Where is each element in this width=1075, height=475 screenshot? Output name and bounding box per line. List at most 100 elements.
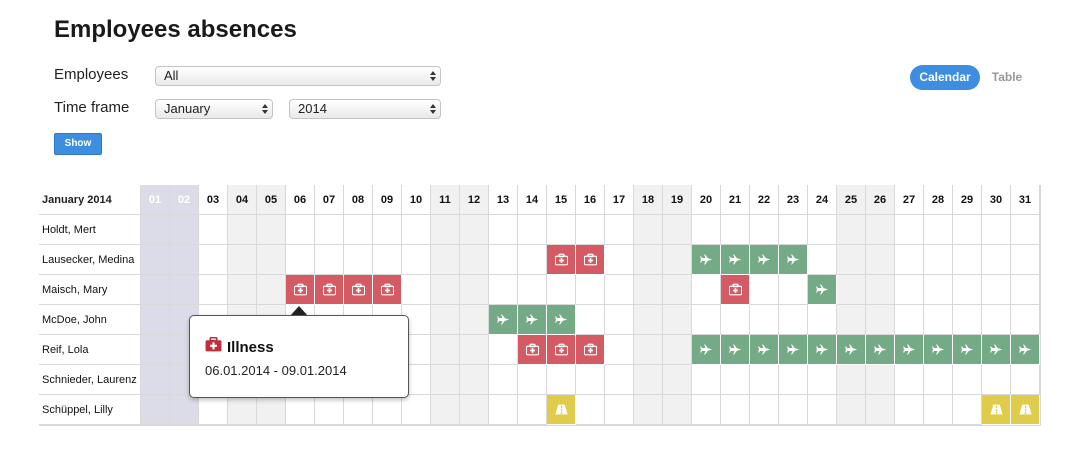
- day-cell: [344, 215, 373, 245]
- absence-vacation[interactable]: [518, 305, 547, 335]
- day-cell: [373, 245, 402, 275]
- airplane-icon: [757, 253, 771, 266]
- absence-illness[interactable]: [721, 275, 750, 305]
- first-aid-kit-icon: [205, 336, 222, 357]
- employee-name[interactable]: Schnieder, Laurenz: [39, 365, 141, 395]
- absence-vacation[interactable]: [547, 305, 576, 335]
- absence-illness[interactable]: [286, 275, 315, 305]
- first-aid-kit-icon: [322, 283, 336, 296]
- day-cell: [576, 275, 605, 305]
- employee-name[interactable]: McDoe, John: [39, 305, 141, 335]
- employee-name[interactable]: Reif, Lola: [39, 335, 141, 365]
- airplane-icon: [844, 343, 858, 356]
- day-header: 18: [634, 185, 663, 215]
- airplane-icon: [554, 313, 568, 326]
- calendar-view-button[interactable]: Calendar: [910, 65, 980, 90]
- table-view-button[interactable]: Table: [985, 65, 1029, 90]
- absence-illness[interactable]: [576, 245, 605, 275]
- airplane-icon: [728, 343, 742, 356]
- day-cell: [808, 365, 837, 395]
- employee-name[interactable]: Holdt, Mert: [39, 215, 141, 245]
- day-cell: [837, 305, 866, 335]
- timeframe-label: Time frame: [54, 99, 130, 116]
- day-cell: [460, 365, 489, 395]
- day-cell: [750, 215, 779, 245]
- day-cell: [953, 395, 982, 425]
- year-select[interactable]: 2014: [289, 99, 441, 119]
- month-select[interactable]: January: [155, 99, 273, 119]
- airplane-icon: [931, 343, 945, 356]
- day-cell: [402, 275, 431, 305]
- absence-vacation[interactable]: [750, 335, 779, 365]
- absence-vacation[interactable]: [953, 335, 982, 365]
- day-cell: [692, 215, 721, 245]
- day-cell: [721, 395, 750, 425]
- absence-illness[interactable]: [344, 275, 373, 305]
- day-cell: [547, 365, 576, 395]
- absence-vacation[interactable]: [779, 245, 808, 275]
- absence-other[interactable]: [1011, 395, 1040, 425]
- absence-vacation[interactable]: [489, 305, 518, 335]
- absence-illness[interactable]: [576, 335, 605, 365]
- day-cell: [141, 245, 170, 275]
- day-cell: [518, 365, 547, 395]
- day-cell: [1011, 305, 1040, 335]
- day-cell: [199, 275, 228, 305]
- absence-vacation[interactable]: [692, 335, 721, 365]
- month-select-value: January: [164, 101, 211, 116]
- absence-vacation[interactable]: [1011, 335, 1040, 365]
- day-header: 28: [924, 185, 953, 215]
- airplane-icon: [873, 343, 887, 356]
- day-cell: [257, 275, 286, 305]
- year-select-value: 2014: [298, 101, 327, 116]
- employee-name[interactable]: Schüppel, Lilly: [39, 395, 141, 425]
- day-cell: [721, 215, 750, 245]
- absence-vacation[interactable]: [837, 335, 866, 365]
- absence-illness[interactable]: [547, 335, 576, 365]
- day-cell: [228, 215, 257, 245]
- absence-illness[interactable]: [518, 335, 547, 365]
- absence-vacation[interactable]: [924, 335, 953, 365]
- absence-vacation[interactable]: [721, 335, 750, 365]
- day-cell: [141, 335, 170, 365]
- day-cell: [779, 365, 808, 395]
- day-header: 02: [170, 185, 199, 215]
- first-aid-kit-icon: [380, 283, 394, 296]
- employee-name[interactable]: Maisch, Mary: [39, 275, 141, 305]
- absence-illness[interactable]: [547, 245, 576, 275]
- absence-vacation[interactable]: [692, 245, 721, 275]
- day-cell: [460, 335, 489, 365]
- day-header: 14: [518, 185, 547, 215]
- day-cell: [663, 365, 692, 395]
- day-cell: [199, 395, 228, 425]
- show-button[interactable]: Show: [54, 133, 102, 155]
- absence-vacation[interactable]: [808, 275, 837, 305]
- absence-vacation[interactable]: [808, 335, 837, 365]
- absence-vacation[interactable]: [866, 335, 895, 365]
- absence-other[interactable]: [547, 395, 576, 425]
- employees-select[interactable]: All: [155, 66, 441, 86]
- day-header: 01: [141, 185, 170, 215]
- day-cell: [634, 395, 663, 425]
- day-cell: [924, 215, 953, 245]
- day-cell: [431, 275, 460, 305]
- employees-select-value: All: [164, 68, 179, 83]
- day-cell: [460, 215, 489, 245]
- absence-vacation[interactable]: [895, 335, 924, 365]
- absence-illness[interactable]: [373, 275, 402, 305]
- day-header: 11: [431, 185, 460, 215]
- employee-name[interactable]: Lausecker, Medina: [39, 245, 141, 275]
- absence-illness[interactable]: [315, 275, 344, 305]
- absence-vacation[interactable]: [982, 335, 1011, 365]
- day-header: 07: [315, 185, 344, 215]
- day-cell: [199, 245, 228, 275]
- absence-vacation[interactable]: [750, 245, 779, 275]
- day-cell: [779, 215, 808, 245]
- absence-vacation[interactable]: [779, 335, 808, 365]
- absence-vacation[interactable]: [721, 245, 750, 275]
- first-aid-kit-icon: [351, 283, 365, 296]
- absence-other[interactable]: [982, 395, 1011, 425]
- day-cell: [982, 305, 1011, 335]
- day-header: 19: [663, 185, 692, 215]
- airplane-icon: [989, 343, 1003, 356]
